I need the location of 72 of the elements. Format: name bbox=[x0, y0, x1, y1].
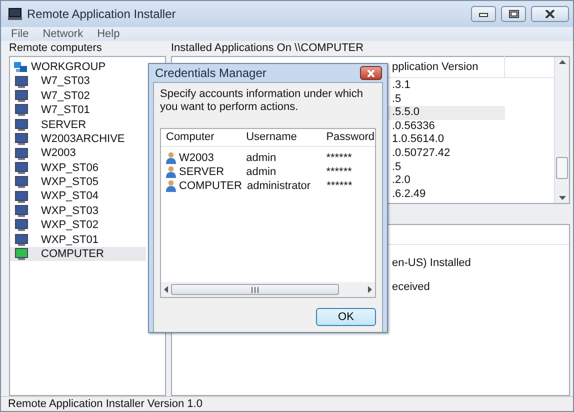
table-cell-text: W2003 bbox=[179, 150, 214, 166]
dialog-title: Credentials Manager bbox=[155, 65, 266, 82]
table-cell-text: ****** bbox=[326, 178, 354, 194]
scroll-up-icon bbox=[558, 60, 566, 64]
detail-text: eceived bbox=[392, 280, 430, 293]
computer-icon bbox=[15, 90, 28, 102]
maximize-button[interactable] bbox=[501, 6, 526, 22]
close-icon bbox=[545, 10, 555, 18]
table-cell-text: admin bbox=[245, 150, 278, 166]
dialog-message: Specify accounts information under which you want to perform actions. bbox=[160, 88, 364, 114]
computer-icon bbox=[15, 190, 28, 203]
computer-icon bbox=[15, 234, 28, 246]
minimize-button[interactable] bbox=[471, 6, 496, 22]
tree-item[interactable]: WXP_ST01 bbox=[10, 232, 98, 248]
table-cell-text: admin bbox=[245, 164, 278, 180]
grip-icon bbox=[251, 286, 259, 292]
computer-icon bbox=[15, 118, 28, 131]
computer-icon bbox=[15, 205, 28, 218]
tree-item[interactable]: W7_ST01 bbox=[10, 103, 90, 118]
tree-item[interactable]: WXP_ST03 bbox=[10, 204, 98, 218]
tree-item[interactable]: W2003 bbox=[10, 146, 76, 161]
table-cell-text: SERVER bbox=[179, 164, 224, 180]
tree-item[interactable]: W7_ST02 bbox=[10, 88, 90, 104]
column-header[interactable]: Computer bbox=[161, 129, 242, 146]
tree-item[interactable]: W2003ARCHIVE bbox=[10, 132, 125, 146]
column-header[interactable]: Username bbox=[241, 129, 322, 146]
table-cell-text: ****** bbox=[325, 150, 353, 166]
close-icon bbox=[367, 70, 375, 76]
tree-item[interactable]: WXP_ST06 bbox=[10, 160, 98, 176]
user-icon bbox=[166, 166, 177, 178]
scrollbar[interactable] bbox=[554, 57, 569, 203]
computer-icon bbox=[15, 219, 28, 232]
menu-item[interactable]: Network bbox=[40, 28, 86, 40]
computer-icon bbox=[15, 148, 28, 160]
scroll-right-icon bbox=[368, 286, 372, 293]
network-icon bbox=[14, 61, 27, 74]
table-cell-text: COMPUTER bbox=[179, 178, 242, 194]
user-icon bbox=[166, 180, 177, 192]
status-text: Remote Application Installer Version 1.0 bbox=[1, 396, 573, 411]
tree-item[interactable]: SERVER bbox=[10, 118, 86, 132]
scroll-thumb[interactable] bbox=[556, 156, 568, 178]
tree-item[interactable]: WXP_ST04 bbox=[10, 190, 98, 204]
scroll-down-icon bbox=[558, 196, 566, 200]
computer-icon bbox=[15, 133, 28, 146]
maximize-icon bbox=[508, 10, 518, 18]
table-cell-text: ****** bbox=[325, 164, 353, 180]
window-title: Remote Application Installer bbox=[27, 6, 177, 23]
tree-item[interactable]: WXP_ST05 bbox=[10, 175, 98, 190]
computer-icon bbox=[15, 162, 28, 174]
scrollbar[interactable] bbox=[161, 282, 375, 297]
computer-icon bbox=[8, 8, 22, 20]
computer-icon bbox=[15, 248, 28, 260]
tree-item[interactable]: W7_ST03 bbox=[10, 74, 90, 89]
computer-icon bbox=[15, 104, 28, 116]
scroll-left-icon bbox=[164, 286, 168, 293]
tree-item[interactable]: COMPUTER bbox=[10, 247, 146, 262]
computer-icon bbox=[15, 176, 28, 188]
panel-label: Installed Applications On \\COMPUTER bbox=[171, 41, 364, 56]
table-cell-text: administrator bbox=[246, 178, 312, 194]
detail-text: en-US) Installed bbox=[392, 256, 471, 269]
tree-item[interactable]: WORKGROUP bbox=[10, 60, 106, 74]
close-button[interactable] bbox=[360, 66, 382, 80]
column-header[interactable]: Password bbox=[321, 129, 375, 146]
menu-item[interactable]: Help bbox=[95, 28, 122, 40]
minimize-icon bbox=[479, 11, 488, 17]
computer-icon bbox=[15, 76, 28, 88]
close-button[interactable] bbox=[531, 6, 569, 22]
menu-item[interactable]: File bbox=[9, 28, 31, 40]
user-icon bbox=[166, 152, 177, 164]
panel-label: Remote computers bbox=[8, 41, 103, 56]
ok-button[interactable]: OK bbox=[316, 308, 376, 326]
tree-item[interactable]: WXP_ST02 bbox=[10, 218, 98, 233]
